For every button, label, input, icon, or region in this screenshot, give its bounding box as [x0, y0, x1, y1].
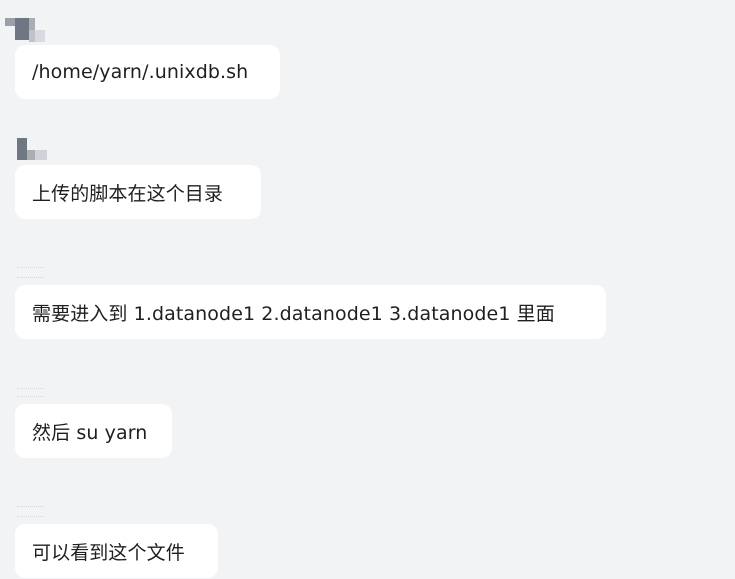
message-bubble[interactable]: 然后 su yarn [15, 404, 172, 458]
message-text: 然后 su yarn [32, 421, 148, 444]
sender-avatar[interactable] [17, 498, 57, 526]
message-bubble[interactable]: /home/yarn/.unixdb.sh [15, 45, 280, 99]
message-text: 需要进入到 1.datanode1 2.datanode1 3.datanode… [32, 302, 555, 325]
sender-avatar[interactable] [17, 138, 57, 166]
chat-window: { "messages": [ { "text": "/home/yarn/.u… [0, 0, 735, 579]
sender-avatar[interactable] [17, 378, 57, 406]
sender-avatar[interactable] [17, 259, 57, 287]
message-bubble[interactable]: 可以看到这个文件 [15, 524, 218, 578]
message-bubble[interactable]: 需要进入到 1.datanode1 2.datanode1 3.datanode… [15, 285, 606, 339]
message-text: /home/yarn/.unixdb.sh [32, 61, 249, 83]
sender-avatar[interactable] [5, 14, 45, 42]
message-text: 上传的脚本在这个目录 [32, 182, 224, 205]
message-bubble[interactable]: 上传的脚本在这个目录 [15, 165, 261, 219]
message-text: 可以看到这个文件 [32, 541, 185, 564]
